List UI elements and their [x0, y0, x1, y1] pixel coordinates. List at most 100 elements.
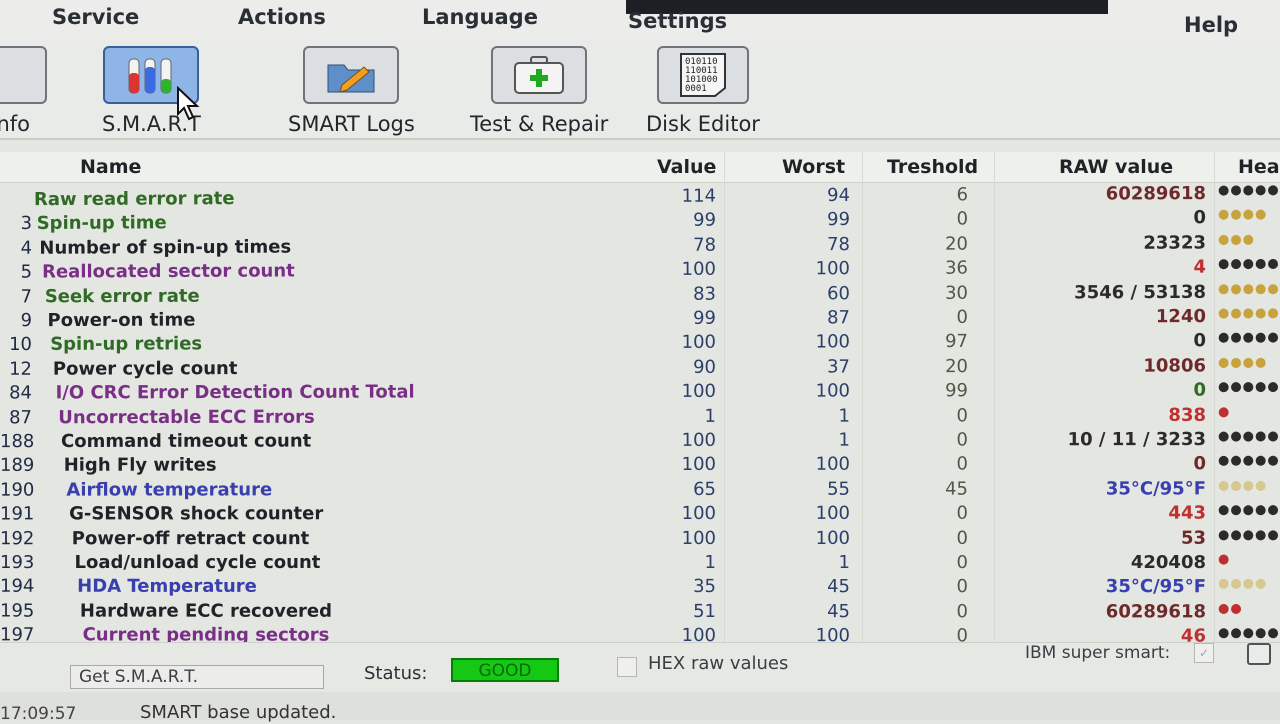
tool-info[interactable]: nfo	[0, 46, 60, 136]
attribute-name: Hardware ECC recovered	[80, 600, 332, 621]
col-threshold[interactable]: Treshold	[887, 156, 978, 178]
col-name[interactable]: Name	[80, 156, 141, 178]
attribute-id: 12	[0, 358, 32, 379]
attribute-name: Load/unload cycle count	[75, 552, 321, 573]
attribute-name: Spin-up time	[37, 213, 167, 235]
attribute-id: 84	[0, 383, 32, 404]
attribute-id: 194	[0, 576, 32, 597]
col-health[interactable]: Hea	[1238, 156, 1280, 178]
attribute-name: Seek error rate	[45, 285, 200, 307]
attribute-threshold: 6	[900, 184, 968, 205]
health-indicator: ●●●●●	[1218, 429, 1280, 444]
attribute-value: 78	[650, 234, 716, 255]
menu-service[interactable]: Service	[52, 5, 139, 29]
health-indicator: ●●●●●	[1218, 626, 1280, 641]
health-indicator: ●●●●●●	[1218, 380, 1280, 395]
tool-smart-logs[interactable]: SMART Logs	[288, 46, 415, 136]
table-row[interactable]: 193Load/unload cycle count110420408●	[0, 552, 1280, 576]
health-indicator: ●	[1218, 552, 1230, 567]
attribute-name: High Fly writes	[64, 455, 217, 476]
attribute-threshold: 97	[900, 331, 968, 352]
attribute-threshold: 0	[900, 552, 968, 573]
health-indicator: ●●●●●	[1218, 306, 1280, 321]
ibm-super-smart-checkbox[interactable]: ✓	[1194, 643, 1214, 663]
hex-raw-values-label: HEX raw values	[648, 653, 788, 674]
attribute-worst: 87	[770, 307, 850, 328]
menu-language[interactable]: Language	[422, 5, 538, 29]
table-row[interactable]: 10Spin-up retries100100970●●●●●	[0, 330, 1280, 358]
ibm-super-smart-toggle[interactable]	[1247, 643, 1271, 665]
attribute-value: 100	[650, 259, 716, 280]
health-indicator: ●●●●	[1218, 207, 1267, 222]
attribute-raw-value: 0	[1000, 208, 1206, 230]
table-row[interactable]: 87Uncorrectable ECC Errors110838●	[0, 404, 1280, 431]
attribute-raw-value: 0	[1000, 454, 1206, 475]
attribute-worst: 100	[770, 528, 850, 549]
attribute-name: Raw read error rate	[34, 188, 235, 210]
attribute-value: 100	[650, 430, 716, 451]
attribute-worst: 45	[770, 576, 850, 597]
col-raw-value[interactable]: RAW value	[1059, 156, 1173, 178]
table-row[interactable]: 194HDA Temperature3545035°C/95°F●●●●	[0, 576, 1280, 600]
attribute-raw-value: 60289618	[1000, 183, 1206, 205]
attribute-name: I/O CRC Error Detection Count Total	[56, 382, 415, 404]
health-indicator: ●●	[1218, 601, 1243, 616]
col-value[interactable]: Value	[657, 156, 716, 178]
health-indicator: ●●●	[1218, 232, 1255, 247]
attribute-raw-value: 60289618	[1000, 601, 1206, 622]
menu-actions[interactable]: Actions	[238, 5, 326, 29]
health-indicator: ●●●●●●	[1218, 453, 1280, 468]
attribute-worst: 1	[770, 430, 850, 451]
attribute-name: Number of spin-up times	[39, 236, 291, 258]
attribute-threshold: 20	[900, 356, 968, 377]
table-row[interactable]: 195Hardware ECC recovered5145060289618●●	[0, 600, 1280, 625]
table-row[interactable]: 190Airflow temperature65554535°C/95°F●●●…	[0, 478, 1280, 503]
info-icon	[0, 46, 47, 104]
attribute-worst: 1	[770, 405, 850, 426]
menu-settings[interactable]: Settings	[628, 9, 727, 33]
tool-test-repair-label: Test & Repair	[470, 112, 608, 136]
attribute-value: 100	[650, 381, 716, 402]
tool-test-repair[interactable]: Test & Repair	[470, 46, 608, 136]
attribute-threshold: 0	[900, 527, 968, 548]
attribute-raw-value: 0	[1000, 331, 1206, 353]
attribute-name: Reallocated sector count	[42, 261, 295, 283]
menu-help[interactable]: Help	[1184, 13, 1238, 37]
table-row[interactable]: 84 I/O CRC Error Detection Count Total 100…	[0, 380, 1280, 407]
attribute-value: 65	[650, 479, 716, 500]
attribute-threshold: 45	[900, 478, 968, 499]
health-indicator: ●●●●	[1218, 355, 1267, 370]
attribute-name: Power cycle count	[53, 358, 238, 380]
attribute-threshold: 0	[900, 503, 968, 524]
attribute-worst: 60	[770, 283, 850, 304]
attribute-raw-value: 0	[1000, 380, 1206, 402]
svg-text:0001: 0001	[685, 84, 707, 94]
table-row[interactable]: 191G-SENSOR shock counter1001000443●●●●●	[0, 503, 1280, 528]
attribute-threshold: 30	[900, 282, 968, 303]
table-row[interactable]: 189High Fly writes10010000●●●●●●	[0, 453, 1280, 479]
attribute-value: 83	[650, 283, 716, 304]
attribute-worst: 100	[770, 332, 850, 353]
attribute-id: 7	[0, 286, 32, 307]
hex-raw-values-checkbox[interactable]	[617, 657, 637, 677]
mouse-cursor-icon	[176, 86, 202, 122]
attribute-raw-value: 3546 / 53138	[1000, 281, 1206, 303]
attribute-raw-value: 53	[1000, 527, 1206, 548]
attribute-worst: 94	[770, 185, 850, 206]
table-row[interactable]: 188Command timeout count1001010 / 11 / 3…	[0, 429, 1280, 455]
health-indicator: ●●●●●	[1218, 527, 1280, 542]
attribute-name: G-SENSOR shock counter	[69, 503, 323, 524]
attribute-value: 1	[650, 552, 716, 573]
attribute-id: 193	[0, 552, 32, 573]
get-smart-button[interactable]: Get S.M.A.R.T.	[70, 665, 324, 689]
tool-disk-editor[interactable]: 010110 110011 101000 0001 Disk Editor	[646, 46, 760, 136]
table-row[interactable]: 192Power-off retract count100100053●●●●●	[0, 527, 1280, 551]
attribute-id: 9	[0, 310, 32, 331]
attribute-value: 100	[650, 528, 716, 549]
table-row[interactable]: 12Power cycle count90372010806●●●●	[0, 355, 1280, 383]
attribute-raw-value: 443	[1000, 503, 1206, 524]
status-badge: GOOD	[451, 658, 559, 682]
col-worst[interactable]: Worst	[782, 156, 845, 178]
binary-document-icon: 010110 110011 101000 0001	[657, 46, 749, 104]
attribute-id: 4	[0, 238, 32, 259]
